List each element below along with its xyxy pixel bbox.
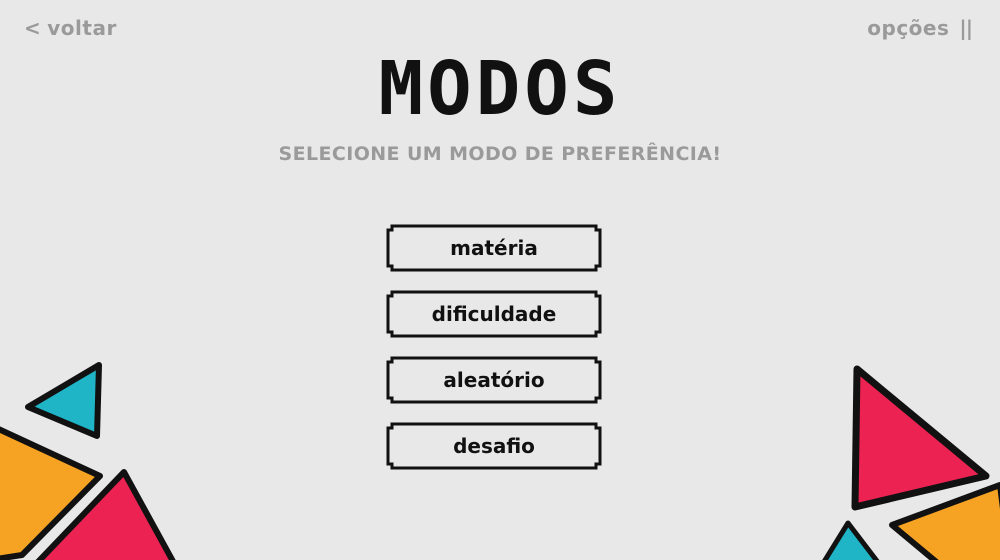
options-button[interactable]: opções || <box>867 16 973 40</box>
mode-label: matéria <box>450 236 538 260</box>
back-button[interactable]: < voltar <box>24 16 117 40</box>
decorative-triangles-left <box>0 362 176 560</box>
teal-triangle <box>25 362 102 439</box>
options-label: opções <box>867 16 950 40</box>
decorative-triangles-right <box>822 365 1000 560</box>
mode-button-aleatorio[interactable]: aleatório <box>384 356 604 404</box>
mode-label: dificuldade <box>431 302 557 326</box>
mode-menu: matéria dificuldade aleatório desafio <box>384 224 604 488</box>
orange-triangle <box>0 426 103 560</box>
mode-button-dificuldade[interactable]: dificuldade <box>384 290 604 338</box>
mode-label: aleatório <box>443 368 545 392</box>
chevron-left-icon: < <box>24 16 42 40</box>
teal-triangle <box>822 520 880 560</box>
mode-label: desafio <box>453 434 535 458</box>
mode-button-materia[interactable]: matéria <box>384 224 604 272</box>
page-subtitle: SELECIONE UM MODO DE PREFERÊNCIA! <box>278 143 722 165</box>
game-screen: < voltar opções || MODOS SELECIONE UM MODO… <box>0 0 1000 560</box>
mode-button-desafio[interactable]: desafio <box>384 422 604 470</box>
pink-triangle <box>35 469 176 560</box>
back-label: voltar <box>47 16 117 40</box>
pink-triangle <box>851 365 990 511</box>
orange-triangle <box>889 482 1000 560</box>
pause-icon: || <box>959 16 973 40</box>
page-title: MODOS <box>378 46 622 132</box>
